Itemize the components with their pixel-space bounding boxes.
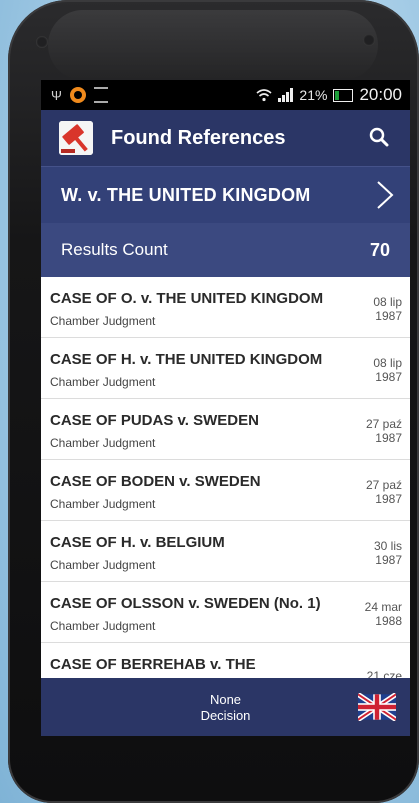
case-date-day: 08 lip	[373, 356, 402, 370]
action-bar: Found References	[41, 110, 410, 166]
phone-camera	[363, 34, 375, 46]
app-screen: Ψ 21% 20:00 Found References W. v. THE U…	[41, 80, 410, 736]
search-icon[interactable]	[364, 123, 394, 153]
phone-gloss	[48, 10, 378, 80]
phone-frame: Ψ 21% 20:00 Found References W. v. THE U…	[8, 0, 419, 803]
clock: 20:00	[359, 85, 402, 104]
case-type: Chamber Judgment	[50, 436, 156, 450]
phone-sensor	[36, 36, 48, 48]
decision-filter[interactable]: None Decision	[41, 692, 410, 724]
case-name: CASE OF BERREHAB v. THE	[50, 656, 256, 673]
case-date-day: 08 lip	[373, 295, 402, 309]
case-date: 24 mar 1988	[352, 600, 402, 628]
status-bar: Ψ 21% 20:00	[41, 80, 410, 110]
case-type: Chamber Judgment	[50, 558, 156, 572]
list-item[interactable]: CASE OF PUDAS v. SWEDEN Chamber Judgment…	[41, 399, 410, 460]
case-name: CASE OF OLSSON v. SWEDEN (No. 1)	[50, 595, 321, 612]
case-type: Chamber Judgment	[50, 497, 156, 511]
case-date-day: 24 mar	[364, 600, 402, 614]
case-date-year: 1987	[375, 553, 402, 567]
case-name: CASE OF H. v. THE UNITED KINGDOM	[50, 351, 323, 368]
case-type: Chamber Judgment	[50, 375, 156, 389]
case-name: CASE OF O. v. THE UNITED KINGDOM	[50, 290, 324, 307]
case-date: 08 lip 1987	[352, 295, 402, 323]
case-date: 08 lip 1987	[352, 356, 402, 384]
gavel-icon[interactable]	[59, 121, 93, 155]
list-item[interactable]: CASE OF BODEN v. SWEDEN Chamber Judgment…	[41, 460, 410, 521]
case-date-year: 1987	[375, 431, 402, 445]
wifi-icon	[256, 89, 272, 102]
list-item[interactable]: CASE OF H. v. THE UNITED KINGDOM Chamber…	[41, 338, 410, 399]
bottom-bar: None Decision	[41, 678, 410, 736]
app-notification-icon	[69, 87, 86, 103]
case-date-day: 27 paź	[365, 417, 402, 431]
case-date: 27 paź 1987	[352, 478, 402, 506]
case-date-year: 1987	[375, 492, 402, 506]
case-date-year: 1987	[375, 370, 402, 384]
results-bar: Results Count 70	[41, 223, 410, 277]
battery-icon	[333, 88, 354, 102]
decision-filter-value: None	[209, 692, 242, 707]
list-item[interactable]: CASE OF OLSSON v. SWEDEN (No. 1) Chamber…	[41, 582, 410, 643]
sim-icon	[93, 87, 108, 103]
case-date: 30 lis 1987	[352, 539, 402, 567]
results-list: CASE OF O. v. THE UNITED KINGDOM Chamber…	[41, 277, 410, 704]
case-date-day: 27 paź	[365, 478, 402, 492]
results-count: 70	[369, 239, 390, 260]
case-date-day: 30 lis	[373, 539, 402, 553]
case-type: Chamber Judgment	[50, 619, 156, 633]
case-name: CASE OF BODEN v. SWEDEN	[50, 473, 261, 490]
decision-filter-label: Decision	[200, 708, 251, 723]
chevron-right-icon[interactable]	[374, 180, 396, 210]
case-name: CASE OF PUDAS v. SWEDEN	[50, 412, 259, 429]
case-date-year: 1988	[375, 614, 402, 628]
case-name: CASE OF H. v. BELGIUM	[50, 534, 225, 551]
uk-flag-icon[interactable]	[358, 693, 396, 721]
case-date: 27 paź 1987	[352, 417, 402, 445]
signal-icon	[278, 88, 294, 102]
battery-percent: 21%	[299, 87, 328, 103]
app-title: Found References	[111, 126, 286, 149]
list-item[interactable]: CASE OF O. v. THE UNITED KINGDOM Chamber…	[41, 277, 410, 338]
case-date-year: 1987	[375, 309, 402, 323]
usb-icon: Ψ	[51, 87, 62, 103]
case-type: Chamber Judgment	[50, 314, 156, 328]
case-header[interactable]: W. v. THE UNITED KINGDOM	[41, 166, 410, 223]
case-title: W. v. THE UNITED KINGDOM	[61, 184, 311, 205]
list-item[interactable]: CASE OF H. v. BELGIUM Chamber Judgment 3…	[41, 521, 410, 582]
results-label: Results Count	[61, 240, 168, 259]
